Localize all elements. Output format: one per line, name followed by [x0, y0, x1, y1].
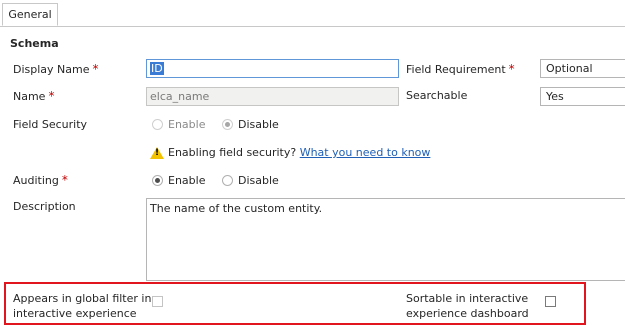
tab-strip-divider — [0, 26, 625, 27]
field-security-disable-option[interactable]: Disable — [221, 117, 279, 131]
display-name-label: Display Name * — [13, 62, 99, 76]
field-security-disable-radio[interactable] — [221, 118, 233, 130]
auditing-disable-radio[interactable] — [221, 174, 233, 186]
field-security-warning: ! Enabling field security? What you need … — [150, 146, 430, 159]
auditing-disable-option[interactable]: Disable — [221, 173, 279, 187]
name-label: Name * — [13, 89, 55, 103]
field-requirement-label: Field Requirement * — [406, 62, 515, 76]
section-title-schema: Schema — [10, 37, 59, 50]
field-security-enable-option[interactable]: Enable — [152, 117, 209, 131]
auditing-radio-group: Enable Disable — [152, 173, 279, 187]
field-security-radio-group: Enable Disable — [152, 117, 279, 131]
name-input[interactable]: elca_name — [146, 87, 399, 106]
warning-text: Enabling field security? — [168, 146, 297, 159]
auditing-enable-radio[interactable] — [152, 174, 163, 186]
global-filter-checkbox-wrap — [152, 296, 163, 307]
required-marker: * — [48, 89, 55, 103]
required-marker: * — [508, 62, 515, 76]
auditing-label: Auditing * — [13, 173, 68, 187]
auditing-disable-label: Disable — [237, 173, 279, 187]
field-security-label: Field Security — [13, 118, 88, 131]
what-you-need-to-know-link[interactable]: What you need to know — [300, 146, 431, 159]
required-marker: * — [61, 173, 68, 187]
sortable-checkbox[interactable] — [545, 296, 556, 307]
auditing-enable-label: Enable — [168, 173, 206, 187]
searchable-label: Searchable — [406, 89, 468, 102]
global-filter-label: Appears in global filter in interactive … — [13, 292, 152, 320]
description-textarea[interactable]: The name of the custom entity. — [146, 198, 625, 281]
sortable-checkbox-wrap — [545, 296, 556, 307]
sortable-label: Sortable in interactive experience dashb… — [406, 292, 529, 320]
auditing-enable-option[interactable]: Enable — [152, 173, 209, 187]
global-filter-checkbox[interactable] — [152, 296, 163, 307]
display-name-input[interactable]: ID — [146, 59, 399, 78]
field-security-disable-label: Disable — [237, 117, 279, 131]
field-security-enable-label: Enable — [168, 117, 206, 131]
required-marker: * — [92, 62, 99, 76]
field-requirement-select[interactable]: Optional — [540, 59, 625, 78]
tab-general[interactable]: General — [2, 3, 58, 26]
searchable-select[interactable]: Yes — [540, 87, 625, 106]
warning-icon: ! — [150, 147, 164, 159]
field-security-enable-radio[interactable] — [152, 118, 163, 130]
description-label: Description — [13, 200, 76, 213]
